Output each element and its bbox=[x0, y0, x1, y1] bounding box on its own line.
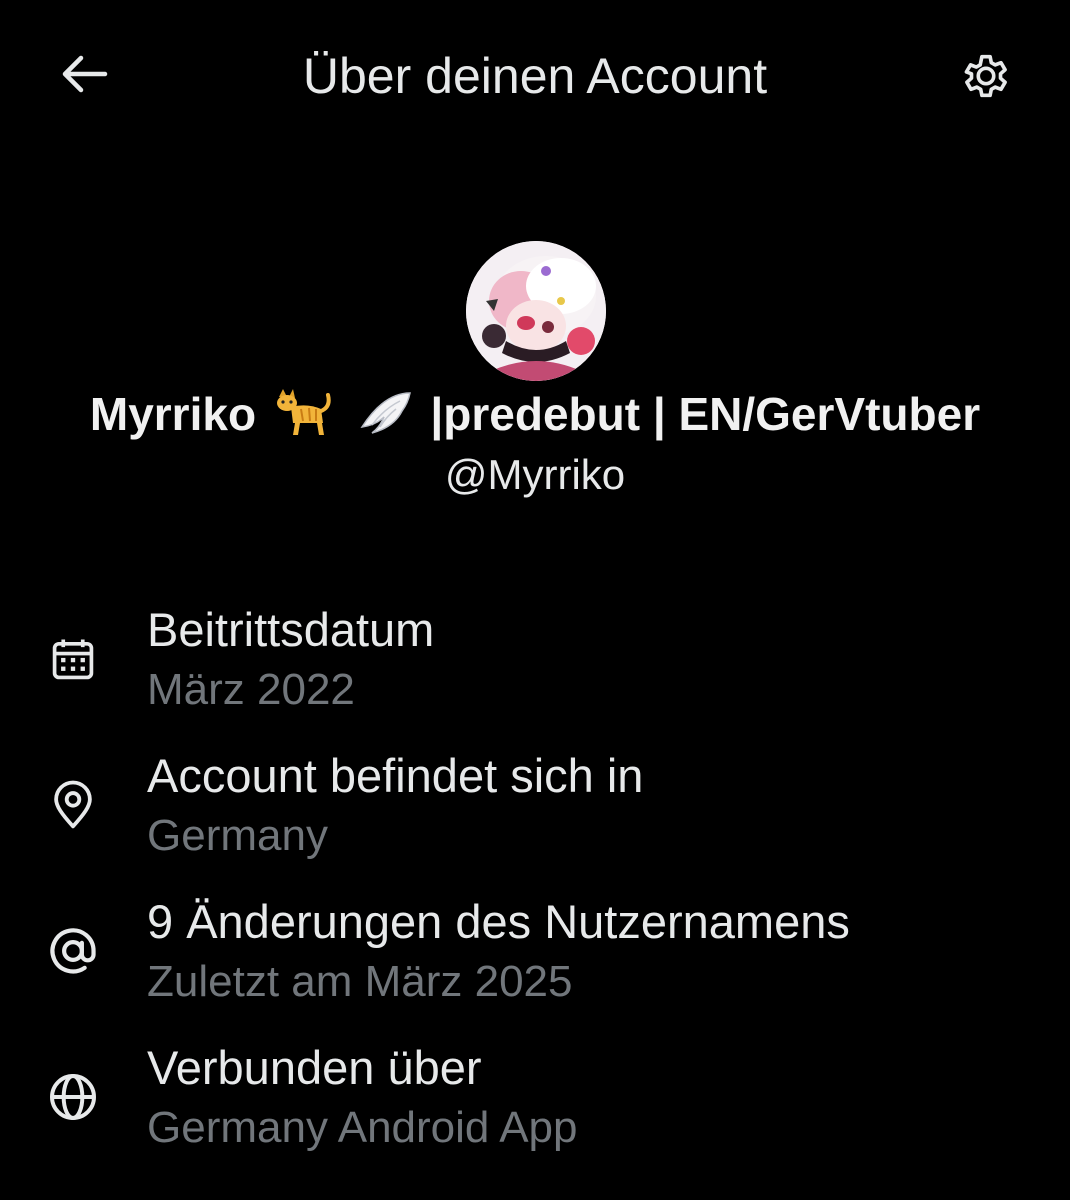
cat-emoji bbox=[273, 387, 333, 449]
wing-emoji bbox=[354, 387, 414, 449]
display-name-suffix: |predebut | EN/GerVtuber bbox=[430, 388, 981, 440]
info-title: Account befindet sich in bbox=[147, 749, 644, 802]
info-row-username-changes: 9 Änderungen des Nutzernamens Zuletzt am… bbox=[0, 892, 1070, 1012]
info-row-connected-via: Verbunden über Germany Android App bbox=[0, 1038, 1070, 1158]
globe-icon bbox=[44, 1068, 102, 1126]
info-row-join-date: Beitrittsdatum März 2022 bbox=[0, 600, 1070, 720]
info-subtitle: März 2022 bbox=[147, 665, 355, 714]
info-subtitle: Germany bbox=[147, 811, 328, 860]
anime-avatar-image bbox=[466, 241, 606, 381]
display-name: Myrriko |predebut | EN/GerVtuber bbox=[0, 386, 1070, 449]
info-subtitle: Germany Android App bbox=[147, 1103, 578, 1152]
settings-button[interactable] bbox=[954, 44, 1018, 108]
info-row-location: Account befindet sich in Germany bbox=[0, 746, 1070, 866]
info-title: 9 Änderungen des Nutzernamens bbox=[147, 895, 850, 948]
page-title: Über deinen Account bbox=[302, 48, 768, 104]
location-pin-icon bbox=[44, 776, 102, 834]
at-sign-icon bbox=[44, 922, 102, 980]
info-subtitle: Zuletzt am März 2025 bbox=[147, 957, 573, 1006]
gear-icon bbox=[964, 54, 1007, 98]
calendar-icon bbox=[44, 630, 102, 688]
info-title: Beitrittsdatum bbox=[147, 603, 435, 656]
display-name-prefix: Myrriko bbox=[89, 388, 257, 440]
top-app-bar: Über deinen Account bbox=[0, 0, 1070, 150]
info-title: Verbunden über bbox=[147, 1041, 482, 1094]
profile-avatar[interactable] bbox=[466, 241, 606, 381]
username-handle: @Myrriko bbox=[444, 451, 626, 498]
